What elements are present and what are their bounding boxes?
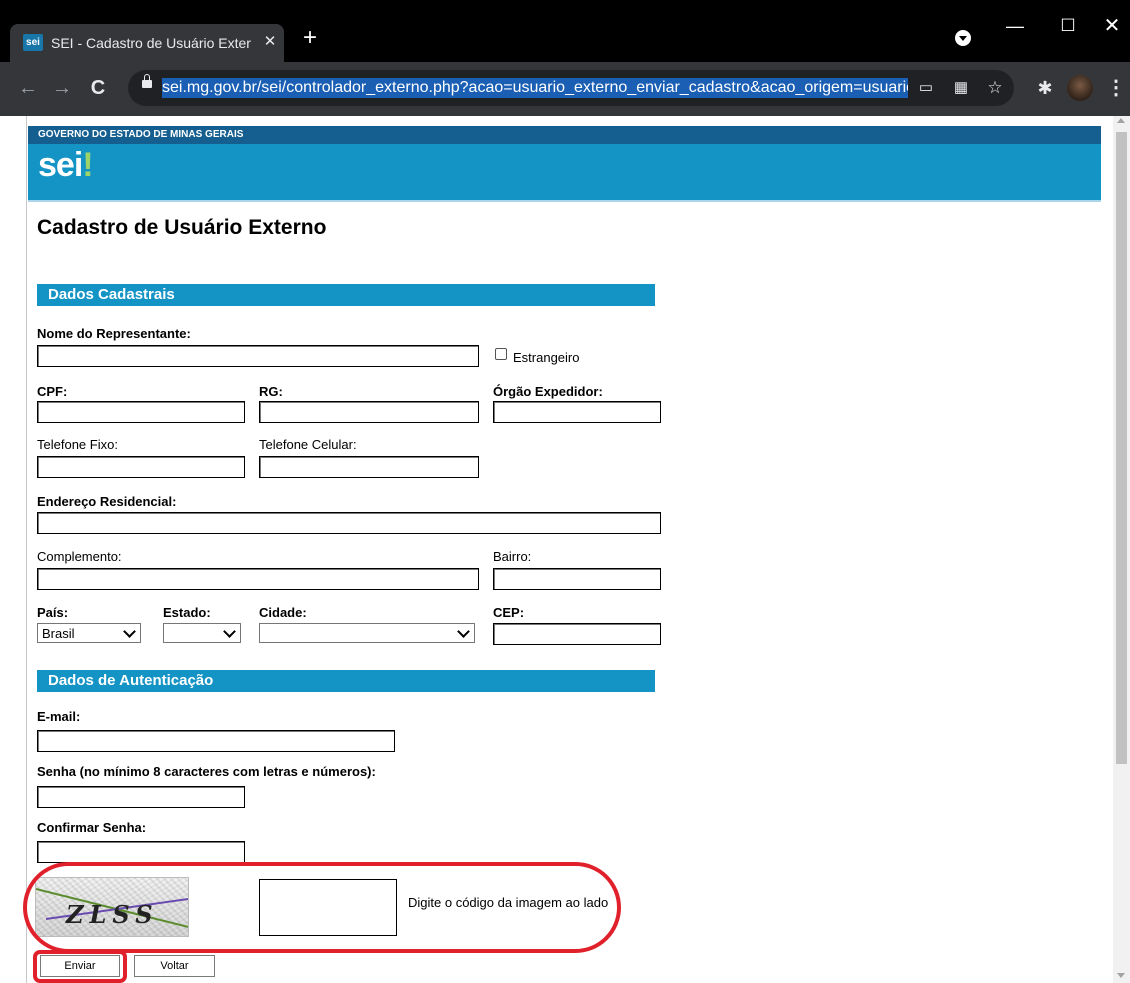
- cidade-label: Cidade:: [259, 605, 307, 620]
- cep-input[interactable]: [493, 623, 661, 645]
- menu-icon[interactable]: ⋮: [1106, 76, 1126, 100]
- star-icon[interactable]: ☆: [985, 78, 1005, 98]
- bairro-label: Bairro:: [493, 549, 532, 564]
- pais-selected-value: Brasil: [42, 626, 75, 641]
- estado-label: Estado:: [163, 605, 211, 620]
- gov-label: GOVERNO DO ESTADO DE MINAS GERAIS: [38, 129, 244, 140]
- sei-favicon-icon: sei: [23, 34, 43, 51]
- telefone-fixo-label: Telefone Fixo:: [37, 437, 118, 452]
- orgao-expedidor-input[interactable]: [493, 401, 661, 423]
- forward-icon[interactable]: →: [48, 74, 76, 102]
- pais-select[interactable]: Brasil: [37, 623, 141, 643]
- complemento-input[interactable]: [37, 568, 479, 590]
- confirmar-senha-label: Confirmar Senha:: [37, 820, 147, 835]
- logo-mark: !: [82, 146, 93, 184]
- nome-representante-label: Nome do Representante:: [37, 326, 191, 341]
- banner-divider: [28, 200, 1101, 202]
- pais-label: País:: [37, 605, 69, 620]
- enviar-highlight-annotation: [33, 950, 127, 983]
- browser-toolbar: ← → C sei.mg.gov.br/sei/controlador_exte…: [0, 62, 1130, 116]
- section-title: Dados Cadastrais: [48, 286, 175, 303]
- reload-icon[interactable]: C: [84, 74, 112, 102]
- section-title: Dados de Autenticação: [48, 672, 214, 689]
- scrollbar-thumb[interactable]: [1116, 132, 1127, 764]
- voltar-button[interactable]: Voltar: [134, 955, 215, 977]
- chevron-down-icon: [457, 625, 470, 638]
- browser-tab-bar: sei SEI - Cadastro de Usuário Externo ✕ …: [0, 0, 1130, 62]
- captcha-highlight-annotation: [23, 862, 621, 953]
- chevron-down-icon: [223, 625, 236, 638]
- page-border: [26, 116, 27, 983]
- tab-close-icon[interactable]: ✕: [260, 32, 280, 52]
- email-label: E-mail:: [37, 709, 81, 724]
- scroll-down-arrow-icon[interactable]: [1117, 973, 1125, 978]
- section-dados-cadastrais: Dados Cadastrais: [37, 284, 655, 306]
- profile-download-icon[interactable]: [955, 30, 971, 46]
- back-icon[interactable]: ←: [14, 74, 42, 102]
- telefone-celular-label: Telefone Celular:: [259, 437, 357, 452]
- telefone-fixo-input[interactable]: [37, 456, 245, 478]
- new-tab-button[interactable]: +: [298, 26, 322, 50]
- endereco-residencial-label: Endereço Residencial:: [37, 494, 177, 509]
- sei-banner: sei!: [28, 144, 1101, 200]
- cast-icon[interactable]: ▭: [916, 78, 936, 98]
- endereco-residencial-input[interactable]: [37, 512, 661, 534]
- window-minimize-button[interactable]: —: [1000, 14, 1030, 38]
- gov-bar: GOVERNO DO ESTADO DE MINAS GERAIS: [28, 126, 1101, 144]
- sei-logo: sei!: [38, 146, 94, 185]
- url-text[interactable]: sei.mg.gov.br/sei/controlador_externo.ph…: [162, 78, 908, 98]
- cidade-select[interactable]: [259, 623, 475, 643]
- estrangeiro-checkbox[interactable]: [495, 348, 507, 360]
- rg-label: RG:: [259, 384, 283, 399]
- estado-select[interactable]: [163, 623, 241, 643]
- page-viewport: GOVERNO DO ESTADO DE MINAS GERAIS sei! C…: [0, 116, 1130, 983]
- window-maximize-button[interactable]: ☐: [1053, 14, 1083, 38]
- window-close-button[interactable]: ✕: [1097, 14, 1127, 38]
- complemento-label: Complemento:: [37, 549, 122, 564]
- address-bar[interactable]: sei.mg.gov.br/sei/controlador_externo.ph…: [128, 70, 1014, 106]
- orgao-expedidor-label: Órgão Expedidor:: [493, 384, 603, 399]
- page-title: Cadastro de Usuário Externo: [37, 216, 327, 239]
- cpf-input[interactable]: [37, 401, 245, 423]
- bairro-input[interactable]: [493, 568, 661, 590]
- extensions-icon[interactable]: ✱: [1033, 76, 1057, 100]
- qr-icon[interactable]: ▦: [951, 78, 971, 98]
- senha-label: Senha (no mínimo 8 caracteres com letras…: [37, 764, 376, 779]
- tab-title: SEI - Cadastro de Usuário Externo: [51, 35, 251, 51]
- cep-label: CEP:: [493, 605, 525, 620]
- senha-input[interactable]: [37, 786, 245, 808]
- avatar[interactable]: [1067, 75, 1093, 101]
- nome-representante-input[interactable]: [37, 345, 479, 367]
- page-scrollbar[interactable]: [1113, 116, 1130, 983]
- scroll-up-arrow-icon[interactable]: [1117, 118, 1125, 123]
- logo-text: sei: [38, 146, 83, 184]
- telefone-celular-input[interactable]: [259, 456, 479, 478]
- section-dados-autenticacao: Dados de Autenticação: [37, 670, 655, 692]
- confirmar-senha-input[interactable]: [37, 841, 245, 863]
- chevron-down-icon: [123, 625, 136, 638]
- cpf-label: CPF:: [37, 384, 68, 399]
- lock-icon[interactable]: [142, 74, 152, 88]
- rg-input[interactable]: [259, 401, 479, 423]
- email-input[interactable]: [37, 730, 395, 752]
- estrangeiro-label: Estrangeiro: [513, 350, 580, 365]
- browser-tab[interactable]: sei SEI - Cadastro de Usuário Externo ✕: [10, 24, 284, 62]
